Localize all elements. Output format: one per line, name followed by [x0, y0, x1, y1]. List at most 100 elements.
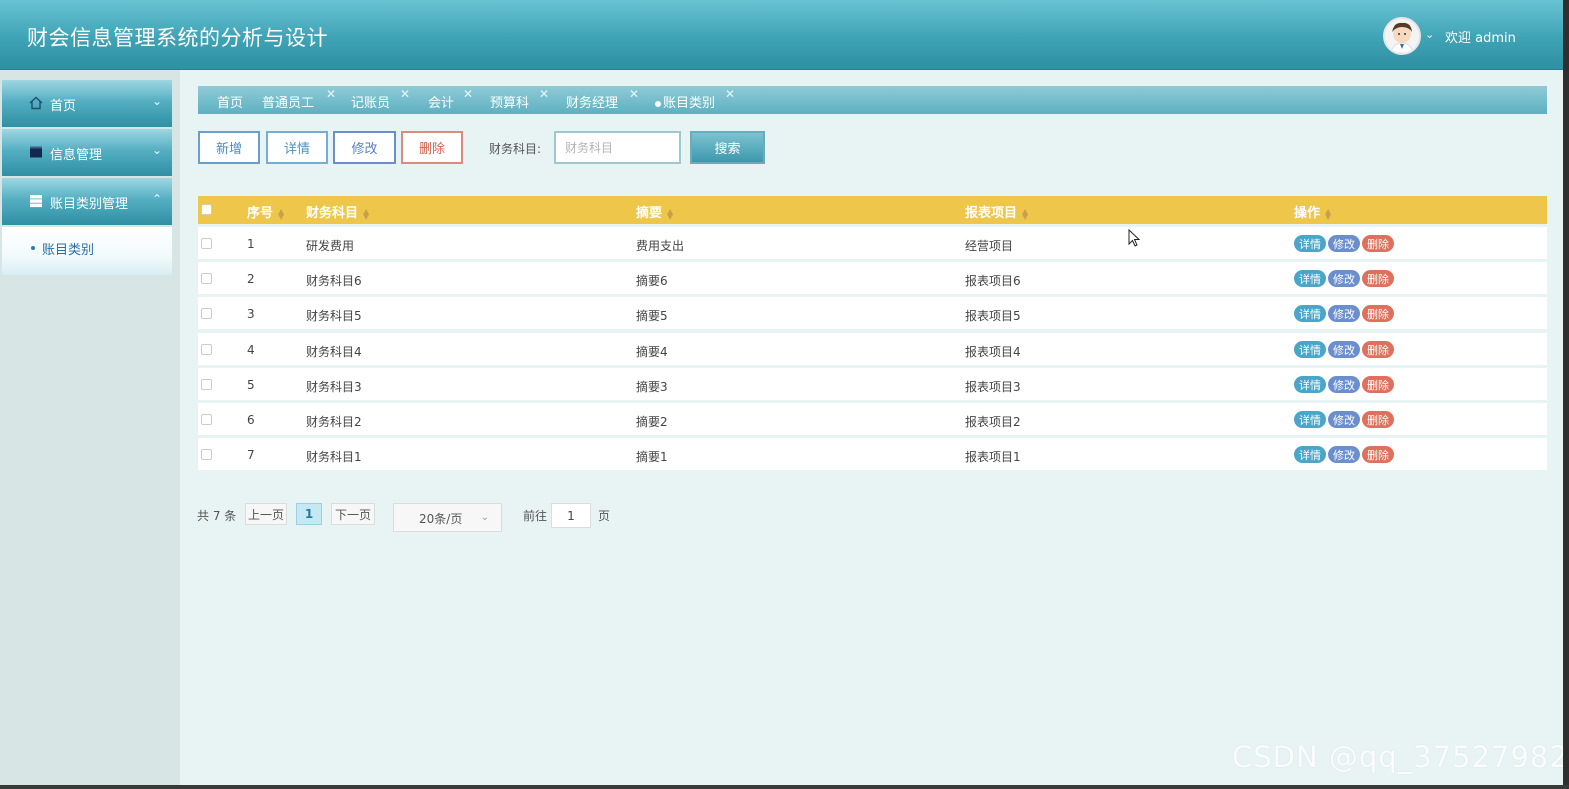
- cell-summary: 摘要2: [636, 415, 668, 429]
- table-row[interactable]: 5 财务科目3 摘要3 报表项目3 详情 修改 删除: [198, 368, 1547, 400]
- next-page-button[interactable]: 下一页: [331, 503, 375, 525]
- sidebar-item-info-management[interactable]: 信息管理 ⌄: [2, 129, 172, 176]
- row-edit-button[interactable]: 修改: [1328, 235, 1360, 252]
- row-checkbox[interactable]: [201, 238, 212, 249]
- cell-index: 4: [247, 343, 255, 357]
- detail-button[interactable]: 详情: [266, 131, 328, 164]
- tab-label: 记账员: [351, 96, 391, 111]
- chevron-down-icon: ⌄: [151, 143, 162, 157]
- goto-page-input[interactable]: [551, 503, 591, 528]
- sidebar-subitem-account-category[interactable]: 账目类别: [2, 227, 172, 275]
- row-detail-button[interactable]: 详情: [1294, 411, 1326, 428]
- table-row[interactable]: 4 财务科目4 摘要4 报表项目4 详情 修改 删除: [198, 333, 1547, 365]
- tab-label: 预算科: [490, 96, 530, 111]
- row-delete-button[interactable]: 删除: [1362, 341, 1394, 358]
- column-header-subject[interactable]: 财务科目 ▲ ▼: [306, 202, 369, 221]
- row-edit-button[interactable]: 修改: [1328, 376, 1360, 393]
- cell-summary: 摘要4: [636, 345, 668, 359]
- page-number-current[interactable]: 1: [296, 503, 322, 525]
- table-row[interactable]: 1 研发费用 费用支出 经营项目 详情 修改 删除: [198, 227, 1547, 259]
- row-detail-button[interactable]: 详情: [1294, 235, 1326, 252]
- row-detail-button[interactable]: 详情: [1294, 376, 1326, 393]
- row-detail-button[interactable]: 详情: [1294, 270, 1326, 287]
- search-input[interactable]: [554, 131, 681, 164]
- close-icon[interactable]: ✕: [725, 87, 735, 101]
- row-edit-button[interactable]: 修改: [1328, 270, 1360, 287]
- row-delete-button[interactable]: 删除: [1362, 305, 1394, 322]
- close-icon[interactable]: ✕: [539, 87, 549, 101]
- user-avatar-icon[interactable]: [1383, 17, 1421, 55]
- edit-button[interactable]: 修改: [333, 131, 396, 164]
- row-edit-button[interactable]: 修改: [1328, 341, 1360, 358]
- row-checkbox[interactable]: [201, 449, 212, 460]
- row-detail-button[interactable]: 详情: [1294, 341, 1326, 358]
- table-row[interactable]: 7 财务科目1 摘要1 报表项目1 详情 修改 删除: [198, 438, 1547, 470]
- chevron-down-icon[interactable]: ⌄: [1425, 28, 1434, 41]
- tab-home[interactable]: 首页: [217, 92, 243, 111]
- close-icon[interactable]: ✕: [463, 87, 473, 101]
- row-edit-button[interactable]: 修改: [1328, 305, 1360, 322]
- close-icon[interactable]: ✕: [400, 87, 410, 101]
- cell-subject: 财务科目1: [306, 450, 362, 464]
- cell-subject: 财务科目5: [306, 309, 362, 323]
- table-row[interactable]: 2 财务科目6 摘要6 报表项目6 详情 修改 删除: [198, 262, 1547, 294]
- cell-summary: 摘要6: [636, 274, 668, 288]
- cell-report-item: 报表项目5: [965, 309, 1021, 323]
- chevron-down-icon: ⌄: [151, 94, 162, 108]
- row-delete-button[interactable]: 删除: [1362, 376, 1394, 393]
- row-delete-button[interactable]: 删除: [1362, 411, 1394, 428]
- delete-button[interactable]: 删除: [401, 131, 463, 164]
- sort-icon[interactable]: ▲ ▼: [667, 207, 673, 220]
- goto-label: 前往: [523, 509, 548, 523]
- sort-icon[interactable]: ▲ ▼: [363, 207, 369, 220]
- prev-page-button[interactable]: 上一页: [245, 503, 287, 525]
- row-delete-button[interactable]: 删除: [1362, 235, 1394, 252]
- row-checkbox[interactable]: [201, 344, 212, 355]
- table-row[interactable]: 6 财务科目2 摘要2 报表项目2 详情 修改 删除: [198, 403, 1547, 435]
- cell-subject: 财务科目2: [306, 415, 362, 429]
- add-button[interactable]: 新增: [198, 131, 260, 164]
- cell-index: 1: [247, 237, 255, 251]
- tab-bar: 首页 普通员工 ✕ 记账员 ✕ 会计 ✕ 预算科 ✕ 财务经理 ✕ 账目类别 ✕: [198, 86, 1547, 114]
- close-icon[interactable]: ✕: [629, 87, 639, 101]
- row-checkbox[interactable]: [201, 308, 212, 319]
- row-delete-button[interactable]: 删除: [1362, 446, 1394, 463]
- search-label: 财务科目:: [489, 142, 542, 156]
- goto-unit-label: 页: [598, 509, 611, 523]
- column-header-index[interactable]: 序号 ▲ ▼: [247, 202, 284, 221]
- sort-icon[interactable]: ▲ ▼: [278, 207, 284, 220]
- sort-icon[interactable]: ▲ ▼: [1022, 207, 1028, 220]
- sidebar-item-account-category-management[interactable]: 账目类别管理 ⌃: [2, 178, 172, 225]
- page-size-select[interactable]: 20条/页 ⌄: [393, 503, 502, 532]
- chevron-up-icon: ⌃: [151, 192, 162, 206]
- cell-summary: 费用支出: [636, 239, 685, 253]
- sort-icon[interactable]: ▲ ▼: [1325, 207, 1331, 220]
- tab-accountant[interactable]: 会计 ✕: [428, 87, 473, 111]
- tab-finance-manager[interactable]: 财务经理 ✕: [566, 87, 639, 111]
- home-icon: [29, 96, 43, 110]
- tab-label: 账目类别: [663, 96, 716, 111]
- column-header-summary[interactable]: 摘要 ▲ ▼: [636, 202, 673, 221]
- tab-account-category[interactable]: 账目类别 ✕: [655, 87, 735, 111]
- close-icon[interactable]: ✕: [326, 87, 336, 101]
- row-delete-button[interactable]: 删除: [1362, 270, 1394, 287]
- row-edit-button[interactable]: 修改: [1328, 446, 1360, 463]
- row-checkbox[interactable]: [201, 273, 212, 284]
- row-checkbox[interactable]: [201, 379, 212, 390]
- tab-bookkeeper[interactable]: 记账员 ✕: [351, 87, 410, 111]
- cell-subject: 研发费用: [306, 239, 355, 253]
- column-header-report-item[interactable]: 报表项目 ▲ ▼: [965, 202, 1028, 221]
- row-checkbox[interactable]: [201, 414, 212, 425]
- welcome-text: 欢迎 admin: [1445, 31, 1516, 46]
- row-detail-button[interactable]: 详情: [1294, 305, 1326, 322]
- tab-employee[interactable]: 普通员工 ✕: [262, 87, 336, 111]
- row-edit-button[interactable]: 修改: [1328, 411, 1360, 428]
- tab-budget[interactable]: 预算科 ✕: [490, 87, 549, 111]
- table-row[interactable]: 3 财务科目5 摘要5 报表项目5 详情 修改 删除: [198, 297, 1547, 329]
- search-button[interactable]: 搜索: [690, 131, 765, 164]
- table-header: 序号 ▲ ▼ 财务科目 ▲ ▼ 摘要 ▲ ▼ 报表项目 ▲ ▼ 操作 ▲ ▼: [198, 196, 1547, 224]
- row-detail-button[interactable]: 详情: [1294, 446, 1326, 463]
- cell-subject: 财务科目6: [306, 274, 362, 288]
- select-all-checkbox[interactable]: [201, 204, 212, 215]
- sidebar-item-home[interactable]: 首页 ⌄: [2, 80, 172, 127]
